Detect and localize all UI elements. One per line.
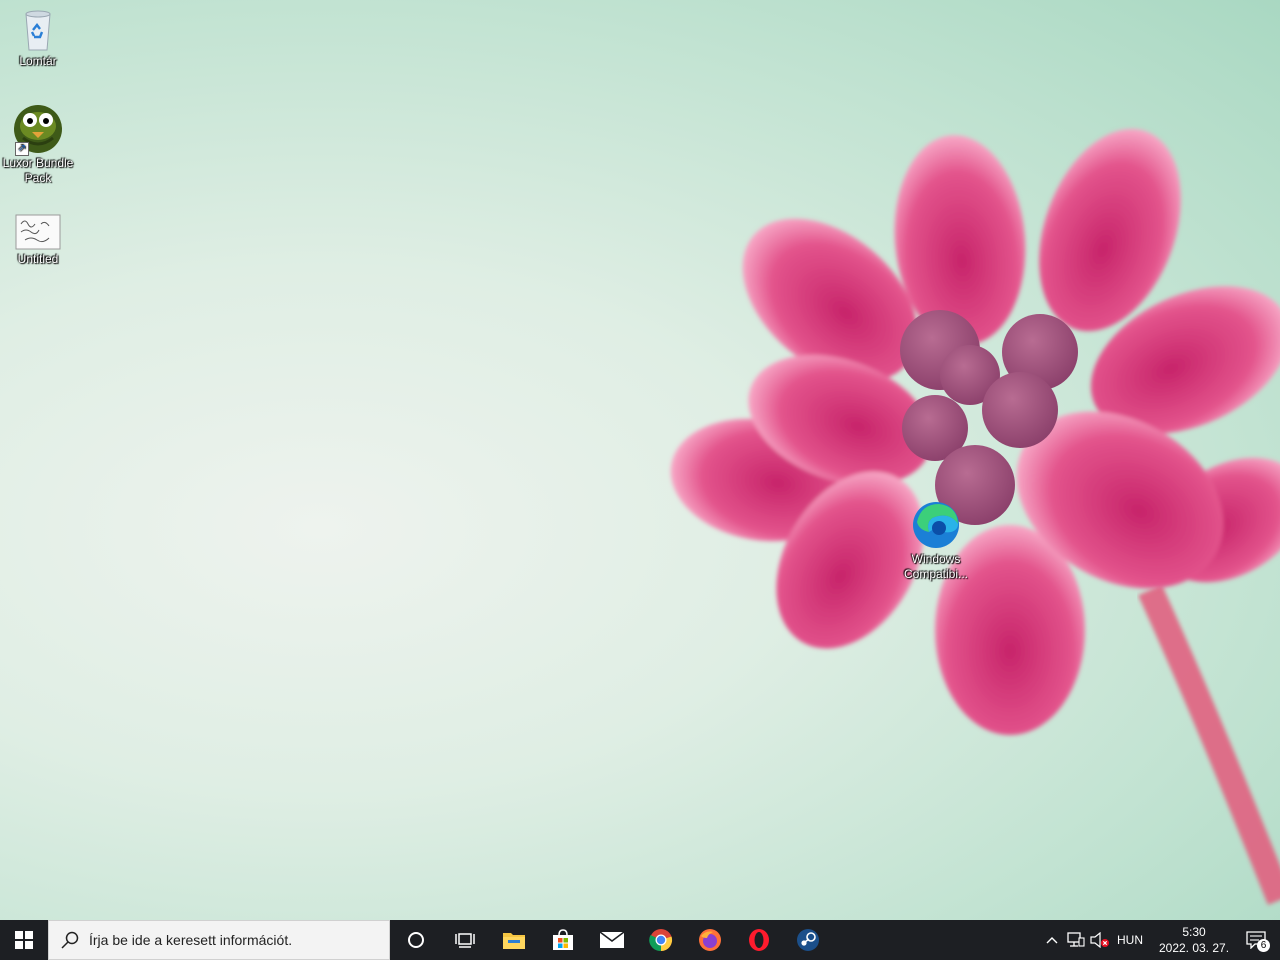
wallpaper (670, 128, 1280, 905)
image-file-icon (15, 214, 61, 250)
clock[interactable]: 5:30 2022. 03. 27. (1156, 920, 1232, 960)
mail-icon (599, 931, 624, 948)
store-bag-icon (552, 929, 573, 950)
volume-button[interactable] (1088, 920, 1112, 960)
chevron-up-icon (1046, 937, 1058, 944)
search-icon (61, 931, 79, 949)
chrome-icon (648, 929, 672, 952)
firefox-icon (698, 929, 721, 951)
desktop-icon-windows-compatibility[interactable]: Windows Compatibi... (898, 500, 974, 582)
cortana-button[interactable] (391, 920, 440, 960)
edge-icon (911, 500, 961, 550)
language-label: HUN (1117, 933, 1143, 947)
taskbar-microsoft-store[interactable] (538, 920, 587, 960)
notification-count-badge: 6 (1257, 939, 1270, 952)
desktop-icon-label: Windows Compatibi... (903, 552, 969, 581)
steam-icon (796, 929, 819, 951)
luxor-game-icon: ↗ (13, 104, 63, 156)
taskbar-mail[interactable] (587, 920, 636, 960)
desktop-icon-untitled[interactable]: Untitled (0, 214, 78, 267)
folder-icon (502, 933, 525, 949)
search-placeholder: Írja be ide a keresett információt. (89, 932, 293, 948)
cortana-circle-icon (407, 932, 424, 948)
system-tray: HUN 5:30 2022. 03. 27. 6 (1040, 920, 1280, 960)
input-language-indicator[interactable]: HUN (1112, 920, 1148, 960)
desktop-icon-label: Untitled (17, 252, 59, 266)
opera-icon (748, 929, 769, 951)
desktop-icon-recycle-bin[interactable]: Lomtár (0, 8, 76, 69)
shortcut-arrow-icon: ↗ (15, 142, 29, 156)
task-view-icon (454, 933, 475, 948)
clock-time: 5:30 (1182, 925, 1206, 939)
taskbar-steam[interactable] (783, 920, 832, 960)
taskbar: Írja be ide a keresett információt. HUN … (0, 920, 1280, 960)
desktop-icon-luxor[interactable]: ↗ Luxor Bundle Pack (0, 104, 78, 186)
windows-logo-icon (15, 931, 33, 949)
taskbar-file-explorer[interactable] (489, 920, 538, 960)
search-box[interactable]: Írja be ide a keresett információt. (48, 920, 390, 960)
taskbar-opera[interactable] (734, 920, 783, 960)
volume-muted-icon (1090, 932, 1109, 948)
task-view-button[interactable] (440, 920, 489, 960)
clock-date: 2022. 03. 27. (1158, 941, 1230, 955)
start-button[interactable] (0, 920, 48, 960)
desktop-icon-label: Luxor Bundle Pack (2, 156, 74, 185)
network-icon (1067, 932, 1085, 947)
network-button[interactable] (1064, 920, 1088, 960)
desktop-icon-label: Lomtár (19, 54, 57, 68)
taskbar-chrome[interactable] (636, 920, 685, 960)
show-hidden-icons-button[interactable] (1040, 920, 1064, 960)
taskbar-firefox[interactable] (685, 920, 734, 960)
action-center-button[interactable]: 6 (1232, 920, 1280, 960)
recycle-bin-icon (18, 8, 58, 52)
